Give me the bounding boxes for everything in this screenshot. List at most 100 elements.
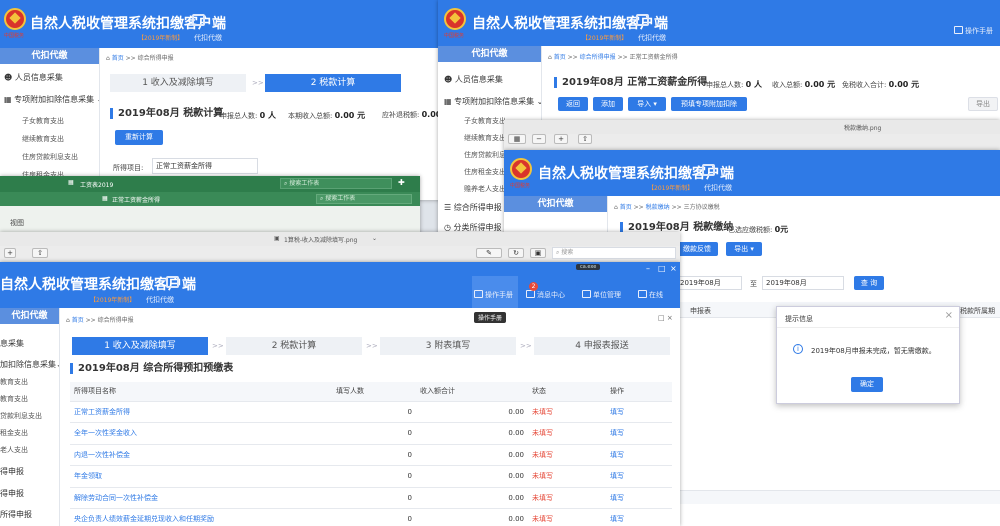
col-income-total: 收入额合计	[416, 382, 528, 402]
add-user-icon[interactable]: ✚	[398, 178, 405, 187]
zoom-out-icon[interactable]: −	[532, 134, 546, 144]
fill-link[interactable]: 填写	[606, 465, 672, 488]
payment-feedback-button[interactable]: 缴款反馈	[676, 242, 718, 256]
minimize-icon[interactable]: –	[646, 264, 650, 273]
period-to-input[interactable]: 2019年08月	[762, 276, 844, 290]
panel-restore-icon[interactable]: □ ×	[658, 314, 673, 322]
excel-ribbon-view[interactable]: 视图	[10, 218, 24, 228]
item-name-link[interactable]: 央企负责人绩效薪金延期兑现收入和任期奖励	[70, 508, 332, 526]
help-manual-button[interactable]: 操作手册	[954, 26, 993, 36]
rotate-icon[interactable]: ↻	[508, 248, 524, 258]
sidebar-item-housing-rent[interactable]: 租金支出	[0, 428, 59, 438]
item-name-link[interactable]: 全年一次性奖金收入	[70, 422, 332, 445]
filled-count: 0	[332, 508, 416, 526]
income-total: 0.00	[416, 401, 528, 423]
step-tax-calc[interactable]: 2 税款计算	[226, 337, 362, 355]
fill-link[interactable]: 填写	[606, 422, 672, 445]
sheet-search-input[interactable]: ⌕ 搜索工作表	[316, 194, 412, 204]
step-income[interactable]: 1 收入及减除填写	[72, 337, 208, 355]
filled-count: 0	[332, 401, 416, 423]
item-name-link[interactable]: 正常工资薪金所得	[70, 401, 332, 423]
section-title: 2019年08月 综合所得预扣预缴表	[70, 363, 233, 374]
image-file-icon: ▣	[274, 235, 280, 242]
step-arrow-icon: >>	[520, 342, 532, 350]
dialog-ok-button[interactable]: 确定	[851, 377, 883, 392]
import-button[interactable]: 导入 ▾	[628, 97, 666, 111]
step-attachments[interactable]: 3 附表填写	[380, 337, 516, 355]
step-submit[interactable]: 4 申报表报送	[534, 337, 670, 355]
step-arrow-icon: >>	[366, 342, 378, 350]
sidebar-item-person-info[interactable]: ☻ 人员信息采集	[0, 72, 99, 83]
excel-search-input[interactable]: ⌕ 搜索工作表	[280, 178, 392, 189]
add-button[interactable]: 添加	[593, 97, 623, 111]
item-name-link[interactable]: 年金领取	[70, 465, 332, 488]
query-button[interactable]: 查 询	[854, 276, 884, 290]
item-name-link[interactable]: 内退一次性补偿金	[70, 444, 332, 466]
fill-link[interactable]: 填写	[606, 401, 672, 423]
export-button[interactable]: 导出	[968, 97, 998, 111]
recalc-button[interactable]: 重新计算	[115, 130, 163, 145]
window-tax-calc: 中国税务 自然人税收管理系统扣缴客户端 【2019年新制】 代扣代缴 代扣代缴 …	[0, 0, 448, 200]
app-header: 中国税务 自然人税收管理系统扣缴客户端 【2019年新制】 代扣代缴	[0, 0, 448, 48]
sidebar-item-elderly-support[interactable]: 老人支出	[0, 445, 59, 455]
status-badge: 未填写	[528, 508, 606, 526]
toolbox-icon[interactable]: ▣	[530, 248, 546, 258]
tax-emblem-icon	[4, 8, 26, 30]
sidebar-item-special-deduction[interactable]: 加扣除信息采集⌄	[0, 359, 59, 370]
markup-icon[interactable]: ✎	[476, 248, 502, 258]
sidebar-item-continuing-edu[interactable]: 教育支出	[0, 394, 59, 404]
section-title: 2019年08月 税款计算	[110, 108, 223, 119]
tag-icon	[192, 14, 205, 26]
close-icon[interactable]: ×	[670, 264, 677, 273]
fill-link[interactable]: 填写	[606, 487, 672, 509]
export-button[interactable]: 导出 ▾	[726, 242, 762, 256]
item-label: 所得项目:	[113, 164, 144, 172]
prefill-deduction-button[interactable]: 预填专项附加扣除	[671, 97, 747, 111]
zoom-in-icon[interactable]: +	[4, 248, 16, 258]
step-tax-calc[interactable]: 2 税款计算	[265, 74, 401, 92]
sidebar-item-children-edu[interactable]: 子女教育支出	[0, 116, 99, 126]
close-icon[interactable]: ×	[945, 310, 953, 321]
status-badge: 未填写	[528, 422, 606, 445]
period-from-input[interactable]: 2019年08月	[676, 276, 742, 290]
help-manual-button[interactable]: 操作手册	[474, 290, 513, 300]
item-name-link[interactable]: 解除劳动合同一次性补偿金	[70, 487, 332, 509]
share-icon[interactable]: ⇧	[32, 248, 48, 258]
share-icon[interactable]: ⇧	[578, 134, 592, 144]
restore-icon[interactable]: □	[658, 264, 666, 273]
book-icon	[954, 26, 963, 34]
table-divider	[676, 490, 1000, 504]
sidebar-toggle-icon[interactable]: ▦	[508, 134, 526, 144]
app-subtitle: 代扣代缴	[704, 184, 732, 192]
sidebar-item-housing-loan[interactable]: 住房贷款利息支出	[0, 152, 99, 162]
fill-link[interactable]: 填写	[606, 508, 672, 526]
item-select[interactable]: 正常工资薪金所得	[152, 158, 258, 174]
viewer-search-input[interactable]: ⌕ 搜索	[552, 247, 676, 259]
sidebar-item-nonresident[interactable]: 所得申报	[0, 509, 59, 520]
sidebar-item-children-edu[interactable]: 教育支出	[0, 377, 59, 387]
edition-label: 【2019年新制】	[90, 297, 136, 304]
col-declaration: 申报表	[690, 307, 711, 315]
sidebar-item-person-info[interactable]: ☻ 人员信息采集	[438, 74, 541, 85]
col-filled-count: 填写人数	[332, 382, 416, 402]
sidebar-item-person-info[interactable]: 息采集	[0, 338, 59, 349]
chevron-down-icon: ⌄	[536, 97, 541, 106]
step-income[interactable]: 1 收入及减除填写	[110, 74, 246, 92]
fill-link[interactable]: 填写	[606, 444, 672, 466]
window-comprehensive: 自然人税收管理系统扣缴客户端 【2019年新制】 代扣代缴 操作手册 消息中心 …	[0, 262, 680, 526]
sidebar-item-classified[interactable]: 得申报	[0, 488, 59, 499]
message-center-button[interactable]: 消息中心	[526, 290, 565, 300]
back-button[interactable]: 返回	[558, 97, 588, 111]
zoom-in-icon[interactable]: +	[554, 134, 568, 144]
sidebar-item-special-deduction[interactable]: ▦ 专项附加扣除信息采集 ⌄	[438, 96, 541, 107]
step-arrow-icon: >>	[212, 342, 224, 350]
online-status-button[interactable]: 在线	[638, 290, 663, 300]
status-badge: 未填写	[528, 465, 606, 488]
sidebar-item-continuing-edu[interactable]: 继续教育支出	[0, 134, 99, 144]
chevron-down-icon: ⌄	[56, 360, 59, 369]
sidebar-item-comprehensive[interactable]: 得申报	[0, 466, 59, 477]
sidebar-item-special-deduction[interactable]: ▦ 专项附加扣除信息采集 ⌄	[0, 94, 99, 105]
sidebar-title: 代扣代缴	[0, 48, 99, 64]
unit-management-button[interactable]: 单位管理	[582, 290, 621, 300]
sidebar-item-housing-loan[interactable]: 贷款利息支出	[0, 411, 59, 421]
